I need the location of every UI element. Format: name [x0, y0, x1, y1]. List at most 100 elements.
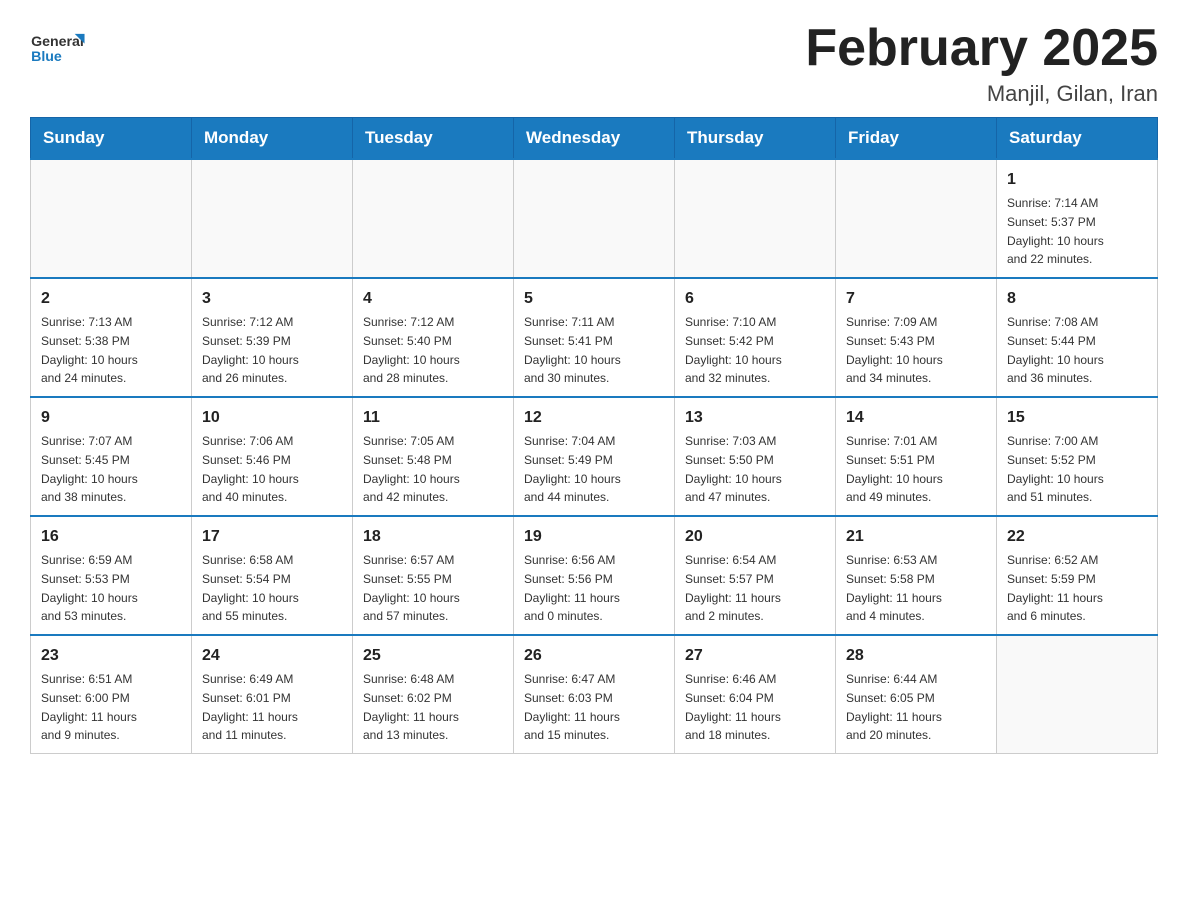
day-number: 12	[524, 406, 664, 430]
weekday-header-wednesday: Wednesday	[514, 118, 675, 160]
day-number: 25	[363, 644, 503, 668]
logo: General Blue	[30, 20, 90, 75]
calendar-table: SundayMondayTuesdayWednesdayThursdayFrid…	[30, 117, 1158, 754]
calendar-cell	[353, 159, 514, 278]
weekday-header-saturday: Saturday	[997, 118, 1158, 160]
calendar-cell: 1 Sunrise: 7:14 AMSunset: 5:37 PMDaylight…	[997, 159, 1158, 278]
day-number: 9	[41, 406, 181, 430]
calendar-cell: 21 Sunrise: 6:53 AMSunset: 5:58 PMDayligh…	[836, 516, 997, 635]
calendar-cell: 22 Sunrise: 6:52 AMSunset: 5:59 PMDayligh…	[997, 516, 1158, 635]
calendar-cell: 20 Sunrise: 6:54 AMSunset: 5:57 PMDayligh…	[675, 516, 836, 635]
calendar-week-row: 16 Sunrise: 6:59 AMSunset: 5:53 PMDayligh…	[31, 516, 1158, 635]
calendar-cell: 14Sunrise: 7:01 AMSunset: 5:51 PMDayligh…	[836, 397, 997, 516]
weekday-header-monday: Monday	[192, 118, 353, 160]
logo-icon: General Blue	[30, 20, 90, 75]
day-info: Sunrise: 6:53 AMSunset: 5:58 PMDaylight:…	[846, 553, 942, 623]
day-info: Sunrise: 6:58 AMSunset: 5:54 PMDaylight:…	[202, 553, 299, 623]
day-info: Sunrise: 7:03 AMSunset: 5:50 PMDaylight:…	[685, 434, 782, 504]
day-number: 22	[1007, 525, 1147, 549]
calendar-cell: 5 Sunrise: 7:11 AMSunset: 5:41 PMDaylight…	[514, 278, 675, 397]
location: Manjil, Gilan, Iran	[805, 81, 1158, 107]
calendar-cell: 23 Sunrise: 6:51 AMSunset: 6:00 PMDayligh…	[31, 635, 192, 754]
day-info: Sunrise: 7:09 AMSunset: 5:43 PMDaylight:…	[846, 315, 943, 385]
calendar-cell: 9 Sunrise: 7:07 AMSunset: 5:45 PMDaylight…	[31, 397, 192, 516]
calendar-cell: 4 Sunrise: 7:12 AMSunset: 5:40 PMDaylight…	[353, 278, 514, 397]
calendar-week-row: 2Sunrise: 7:13 AMSunset: 5:38 PMDaylight…	[31, 278, 1158, 397]
calendar-cell: 26 Sunrise: 6:47 AMSunset: 6:03 PMDayligh…	[514, 635, 675, 754]
calendar-cell: 3 Sunrise: 7:12 AMSunset: 5:39 PMDaylight…	[192, 278, 353, 397]
day-info: Sunrise: 7:11 AMSunset: 5:41 PMDaylight:…	[524, 315, 621, 385]
day-number: 8	[1007, 287, 1147, 311]
calendar-cell: 11Sunrise: 7:05 AMSunset: 5:48 PMDayligh…	[353, 397, 514, 516]
day-number: 3	[202, 287, 342, 311]
page-header: General Blue February 2025 Manjil, Gilan…	[30, 20, 1158, 107]
calendar-cell: 2Sunrise: 7:13 AMSunset: 5:38 PMDaylight…	[31, 278, 192, 397]
day-number: 21	[846, 525, 986, 549]
calendar-cell	[836, 159, 997, 278]
day-info: Sunrise: 7:00 AMSunset: 5:52 PMDaylight:…	[1007, 434, 1104, 504]
calendar-cell: 18 Sunrise: 6:57 AMSunset: 5:55 PMDayligh…	[353, 516, 514, 635]
day-number: 19	[524, 525, 664, 549]
calendar-cell: 13 Sunrise: 7:03 AMSunset: 5:50 PMDayligh…	[675, 397, 836, 516]
weekday-header-row: SundayMondayTuesdayWednesdayThursdayFrid…	[31, 118, 1158, 160]
day-number: 16	[41, 525, 181, 549]
day-number: 7	[846, 287, 986, 311]
day-info: Sunrise: 6:54 AMSunset: 5:57 PMDaylight:…	[685, 553, 781, 623]
svg-text:General: General	[31, 34, 84, 50]
svg-text:Blue: Blue	[31, 49, 62, 65]
calendar-cell: 15 Sunrise: 7:00 AMSunset: 5:52 PMDayligh…	[997, 397, 1158, 516]
day-info: Sunrise: 7:12 AMSunset: 5:39 PMDaylight:…	[202, 315, 299, 385]
day-info: Sunrise: 7:06 AMSunset: 5:46 PMDaylight:…	[202, 434, 299, 504]
weekday-header-sunday: Sunday	[31, 118, 192, 160]
day-info: Sunrise: 6:51 AMSunset: 6:00 PMDaylight:…	[41, 672, 137, 742]
day-number: 11	[363, 406, 503, 430]
day-info: Sunrise: 6:48 AMSunset: 6:02 PMDaylight:…	[363, 672, 459, 742]
day-info: Sunrise: 6:59 AMSunset: 5:53 PMDaylight:…	[41, 553, 138, 623]
day-info: Sunrise: 6:47 AMSunset: 6:03 PMDaylight:…	[524, 672, 620, 742]
title-block: February 2025 Manjil, Gilan, Iran	[805, 20, 1158, 107]
day-info: Sunrise: 7:04 AMSunset: 5:49 PMDaylight:…	[524, 434, 621, 504]
day-info: Sunrise: 7:07 AMSunset: 5:45 PMDaylight:…	[41, 434, 138, 504]
calendar-cell: 24Sunrise: 6:49 AMSunset: 6:01 PMDayligh…	[192, 635, 353, 754]
calendar-cell: 6 Sunrise: 7:10 AMSunset: 5:42 PMDaylight…	[675, 278, 836, 397]
day-info: Sunrise: 6:56 AMSunset: 5:56 PMDaylight:…	[524, 553, 620, 623]
day-info: Sunrise: 6:49 AMSunset: 6:01 PMDaylight:…	[202, 672, 298, 742]
day-number: 15	[1007, 406, 1147, 430]
day-info: Sunrise: 6:44 AMSunset: 6:05 PMDaylight:…	[846, 672, 942, 742]
calendar-cell	[31, 159, 192, 278]
calendar-cell: 7 Sunrise: 7:09 AMSunset: 5:43 PMDaylight…	[836, 278, 997, 397]
day-number: 2	[41, 287, 181, 311]
day-number: 18	[363, 525, 503, 549]
day-info: Sunrise: 7:10 AMSunset: 5:42 PMDaylight:…	[685, 315, 782, 385]
calendar-cell: 10Sunrise: 7:06 AMSunset: 5:46 PMDayligh…	[192, 397, 353, 516]
calendar-week-row: 1 Sunrise: 7:14 AMSunset: 5:37 PMDaylight…	[31, 159, 1158, 278]
day-number: 20	[685, 525, 825, 549]
weekday-header-friday: Friday	[836, 118, 997, 160]
day-number: 13	[685, 406, 825, 430]
calendar-week-row: 23 Sunrise: 6:51 AMSunset: 6:00 PMDayligh…	[31, 635, 1158, 754]
day-number: 26	[524, 644, 664, 668]
day-info: Sunrise: 7:12 AMSunset: 5:40 PMDaylight:…	[363, 315, 460, 385]
day-number: 6	[685, 287, 825, 311]
day-number: 4	[363, 287, 503, 311]
day-info: Sunrise: 7:01 AMSunset: 5:51 PMDaylight:…	[846, 434, 943, 504]
day-number: 1	[1007, 168, 1147, 192]
day-number: 28	[846, 644, 986, 668]
weekday-header-thursday: Thursday	[675, 118, 836, 160]
calendar-cell	[675, 159, 836, 278]
calendar-cell: 12 Sunrise: 7:04 AMSunset: 5:49 PMDayligh…	[514, 397, 675, 516]
day-info: Sunrise: 7:14 AMSunset: 5:37 PMDaylight:…	[1007, 196, 1104, 266]
day-number: 17	[202, 525, 342, 549]
day-number: 27	[685, 644, 825, 668]
calendar-cell: 19 Sunrise: 6:56 AMSunset: 5:56 PMDayligh…	[514, 516, 675, 635]
calendar-cell: 16 Sunrise: 6:59 AMSunset: 5:53 PMDayligh…	[31, 516, 192, 635]
calendar-cell	[514, 159, 675, 278]
day-info: Sunrise: 6:52 AMSunset: 5:59 PMDaylight:…	[1007, 553, 1103, 623]
day-info: Sunrise: 7:08 AMSunset: 5:44 PMDaylight:…	[1007, 315, 1104, 385]
calendar-cell: 28 Sunrise: 6:44 AMSunset: 6:05 PMDayligh…	[836, 635, 997, 754]
weekday-header-tuesday: Tuesday	[353, 118, 514, 160]
calendar-week-row: 9 Sunrise: 7:07 AMSunset: 5:45 PMDaylight…	[31, 397, 1158, 516]
day-number: 23	[41, 644, 181, 668]
day-number: 5	[524, 287, 664, 311]
day-info: Sunrise: 6:57 AMSunset: 5:55 PMDaylight:…	[363, 553, 460, 623]
